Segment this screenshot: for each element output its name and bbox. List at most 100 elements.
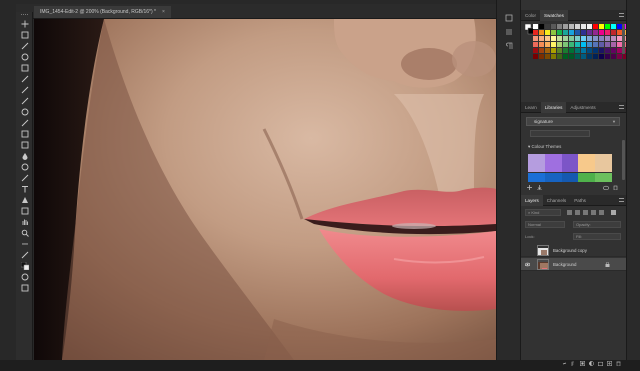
color-swatch[interactable] xyxy=(538,53,545,60)
fill-field[interactable]: Fill: xyxy=(573,233,621,240)
library-search-input[interactable] xyxy=(530,130,590,137)
tab-learn[interactable]: Learn xyxy=(521,102,541,113)
color-swatch[interactable] xyxy=(610,53,617,60)
artboard-icon[interactable] xyxy=(20,31,29,39)
layer-row-background[interactable]: Background xyxy=(521,258,627,271)
color-swatch[interactable] xyxy=(592,47,599,54)
color-swatch[interactable] xyxy=(610,24,617,30)
color-swatch[interactable] xyxy=(556,53,563,60)
color-swatch[interactable] xyxy=(574,24,581,30)
color-swatch[interactable] xyxy=(610,41,617,48)
colour-themes-heading[interactable]: ▾ Colour Themes xyxy=(528,144,561,150)
dodge-tool-icon[interactable] xyxy=(20,163,29,171)
tab-color[interactable]: Color xyxy=(521,10,540,21)
color-swatch[interactable] xyxy=(592,35,599,42)
document-tab[interactable]: IMG_1454-Edit-2 @ 200% (Background, RGB/… xyxy=(34,6,171,18)
color-swatch[interactable] xyxy=(574,47,581,54)
hand-tool-icon[interactable] xyxy=(20,218,29,226)
color-swatch[interactable] xyxy=(574,41,581,48)
color-swatch[interactable] xyxy=(562,35,569,42)
new-layer-icon[interactable] xyxy=(607,353,612,366)
swap-colors-icon[interactable] xyxy=(20,251,29,259)
color-swatch[interactable] xyxy=(544,41,551,48)
layer-filter-icons[interactable] xyxy=(567,210,621,215)
color-swatch[interactable] xyxy=(568,29,575,36)
color-swatch[interactable] xyxy=(610,47,617,54)
color-swatch[interactable] xyxy=(556,24,563,30)
color-swatch[interactable] xyxy=(604,53,611,60)
color-swatch[interactable] xyxy=(586,29,593,36)
screen-mode-icon[interactable] xyxy=(20,284,29,292)
color-swatch[interactable] xyxy=(574,29,581,36)
clone-stamp-icon[interactable] xyxy=(20,108,29,116)
color-swatch[interactable] xyxy=(568,47,575,54)
color-swatch[interactable] xyxy=(598,24,605,30)
eye-icon[interactable] xyxy=(525,262,530,267)
color-swatch[interactable] xyxy=(562,41,569,48)
color-swatch[interactable] xyxy=(580,24,587,30)
paragraph-icon[interactable] xyxy=(505,42,513,50)
tab-channels[interactable]: Channels xyxy=(543,195,570,206)
rectangle-tool-icon[interactable] xyxy=(20,207,29,215)
color-swatch[interactable] xyxy=(538,35,545,42)
image-canvas[interactable] xyxy=(34,19,496,360)
color-swatch[interactable] xyxy=(533,47,539,54)
color-swatch[interactable] xyxy=(562,53,569,60)
color-swatch[interactable] xyxy=(550,47,557,54)
color-swatch[interactable] xyxy=(586,35,593,42)
panel-grip[interactable] xyxy=(21,14,28,16)
colour-theme-top[interactable] xyxy=(528,154,612,172)
color-swatch[interactable] xyxy=(538,24,545,30)
color-swatch[interactable] xyxy=(544,47,551,54)
color-swatch[interactable] xyxy=(568,41,575,48)
mask-icon[interactable] xyxy=(580,353,585,366)
color-swatch[interactable] xyxy=(604,35,611,42)
color-swatch[interactable] xyxy=(556,41,563,48)
color-swatch[interactable] xyxy=(568,24,575,30)
color-swatch[interactable] xyxy=(562,47,569,54)
color-swatch[interactable] xyxy=(610,35,617,42)
delete-layer-icon[interactable] xyxy=(616,353,621,367)
trash-icon[interactable] xyxy=(613,185,618,190)
properties-icon[interactable] xyxy=(505,28,513,36)
color-swatch[interactable] xyxy=(544,53,551,60)
foreground-color-icon[interactable] xyxy=(20,262,29,270)
gradient-icon[interactable] xyxy=(20,141,29,149)
blend-mode-select[interactable]: Normal xyxy=(525,221,565,228)
type-tool-icon[interactable] xyxy=(20,185,29,193)
color-swatch[interactable] xyxy=(580,41,587,48)
color-swatch[interactable] xyxy=(556,47,563,54)
color-swatch[interactable] xyxy=(598,29,605,36)
more-tools-icon[interactable] xyxy=(20,240,29,248)
color-swatch[interactable] xyxy=(604,47,611,54)
cloud-sync-icon[interactable] xyxy=(603,185,609,190)
color-swatch[interactable] xyxy=(592,53,599,60)
color-swatch[interactable] xyxy=(533,24,539,30)
quick-mask-icon[interactable] xyxy=(20,273,29,281)
color-swatch[interactable] xyxy=(580,47,587,54)
lasso-tool-icon[interactable] xyxy=(20,42,29,50)
color-swatch[interactable] xyxy=(586,24,593,30)
tab-paths[interactable]: Paths xyxy=(570,195,590,206)
color-swatch[interactable] xyxy=(586,41,593,48)
color-swatch[interactable] xyxy=(556,29,563,36)
pen-tool-icon[interactable] xyxy=(20,174,29,182)
color-swatch[interactable] xyxy=(574,35,581,42)
color-swatch[interactable] xyxy=(592,29,599,36)
tab-swatches[interactable]: Swatches xyxy=(539,10,568,21)
color-swatch[interactable] xyxy=(533,29,539,36)
color-swatch[interactable] xyxy=(550,41,557,48)
colour-theme-bottom[interactable] xyxy=(528,173,612,182)
color-swatch[interactable] xyxy=(533,53,539,60)
color-swatch[interactable] xyxy=(604,41,611,48)
color-swatch[interactable] xyxy=(562,24,569,30)
color-swatch[interactable] xyxy=(616,53,623,60)
close-icon[interactable]: × xyxy=(162,9,165,15)
color-swatch[interactable] xyxy=(556,35,563,42)
crop-tool-icon[interactable] xyxy=(20,64,29,72)
color-swatch[interactable] xyxy=(604,24,611,30)
download-icon[interactable] xyxy=(537,185,542,190)
color-swatch[interactable] xyxy=(586,53,593,60)
color-swatch[interactable] xyxy=(580,29,587,36)
healing-brush-icon[interactable] xyxy=(20,86,29,94)
